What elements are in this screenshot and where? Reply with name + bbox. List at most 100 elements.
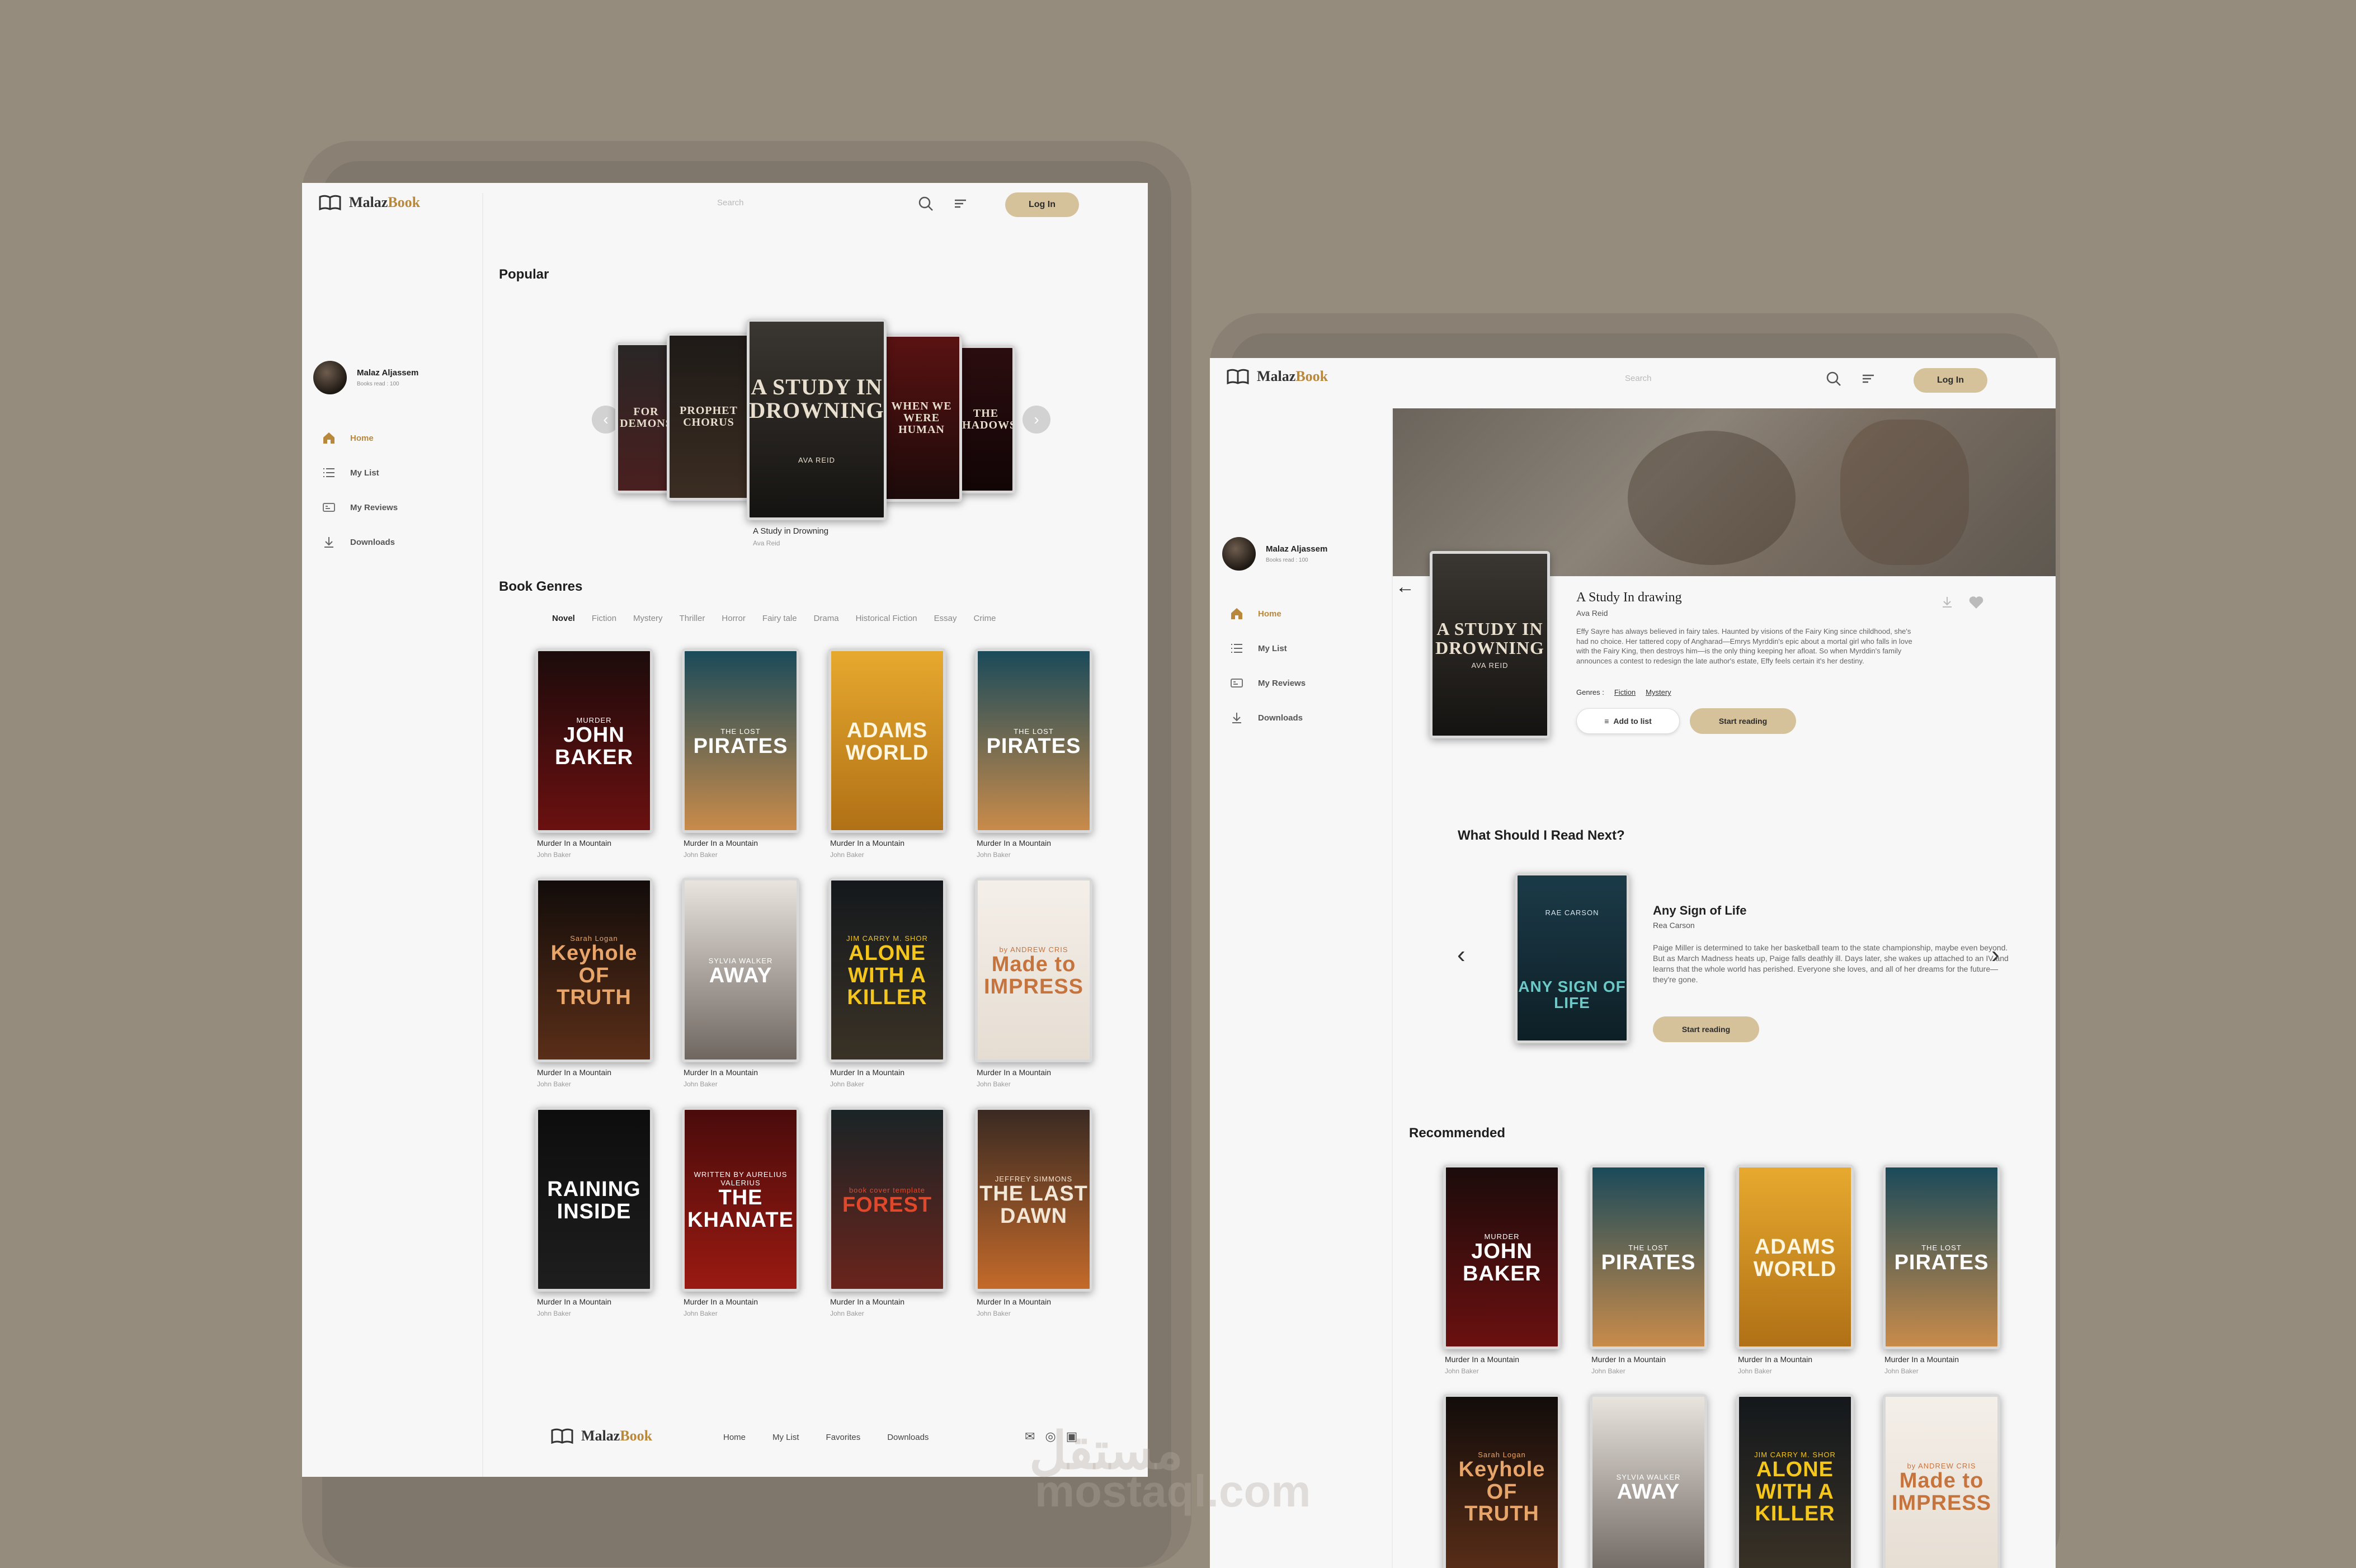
book-cover[interactable]: MURDER JOHN BAKER: [535, 648, 653, 833]
filter-icon[interactable]: [1860, 370, 1877, 387]
featured-book-caption[interactable]: A Study in Drowning Ava Reid: [753, 526, 828, 547]
search-icon[interactable]: [1825, 370, 1842, 387]
book-cover[interactable]: by ANDREW CRIS Made to IMPRESS: [975, 878, 1092, 1062]
sidebar-divider: [482, 193, 483, 1477]
sidebar-item-downloads[interactable]: Downloads: [1230, 712, 1306, 723]
recommended-cover[interactable]: THE LOST PIRATES: [1883, 1165, 2000, 1349]
sidebar-item-my-reviews[interactable]: My Reviews: [322, 502, 398, 513]
search-input[interactable]: Search: [717, 198, 744, 208]
genre-tab[interactable]: Horror: [722, 614, 746, 623]
book-caption[interactable]: Murder In a Mountain John Baker: [537, 1068, 611, 1088]
book-caption[interactable]: Murder In a Mountain John Baker: [977, 1297, 1051, 1317]
next-description: Paige Miller is determined to take her b…: [1653, 943, 2009, 984]
brand-part1: Malaz: [349, 194, 388, 210]
popular-cover[interactable]: THE SHADOWS: [956, 345, 1015, 493]
book-caption[interactable]: Murder In a Mountain John Baker: [537, 839, 611, 859]
footer-logo[interactable]: MalazBook: [551, 1428, 652, 1444]
book-caption[interactable]: Murder In a Mountain John Baker: [684, 1297, 758, 1317]
book-caption[interactable]: Murder In a Mountain John Baker: [977, 839, 1051, 859]
genre-tag-fiction[interactable]: Fiction: [1614, 688, 1636, 696]
recommended-cover[interactable]: by ANDREW CRIS Made to IMPRESS: [1883, 1394, 2000, 1568]
add-to-list-button[interactable]: ≡ Add to list: [1576, 708, 1680, 734]
book-caption[interactable]: Murder In a Mountain John Baker: [1738, 1355, 1812, 1375]
genre-tab[interactable]: Fairy tale: [762, 614, 797, 623]
start-reading-button[interactable]: Start reading: [1690, 708, 1796, 734]
book-caption[interactable]: Murder In a Mountain John Baker: [977, 1068, 1051, 1088]
book-cover[interactable]: ADAMS WORLD: [828, 648, 946, 833]
filter-icon[interactable]: [952, 195, 969, 212]
login-button[interactable]: Log In: [1914, 368, 1987, 393]
heart-icon[interactable]: [1968, 595, 1984, 610]
recommended-cover[interactable]: JIM CARRY M. SHOR ALONE WITH A KILLER: [1736, 1394, 1854, 1568]
popular-cover[interactable]: PROPHET CHORUS: [667, 333, 751, 501]
genre-tab[interactable]: Essay: [934, 614, 957, 623]
book-title: Murder In a Mountain: [537, 1068, 612, 1077]
download-icon[interactable]: [1940, 595, 1954, 609]
book-cover[interactable]: WRITTEN BY AURELIUS VALERIUS THE KHANATE: [682, 1107, 799, 1292]
footer-link-my-list[interactable]: My List: [772, 1433, 799, 1442]
book-cover[interactable]: JEFFREY SIMMONS THE LAST DAWN: [975, 1107, 1092, 1292]
login-button[interactable]: Log In: [1005, 192, 1079, 217]
list-icon: [1231, 644, 1242, 653]
book-caption[interactable]: Murder In a Mountain John Baker: [830, 1297, 904, 1317]
brand-logo[interactable]: MalazBook: [319, 194, 420, 211]
genre-tag-mystery[interactable]: Mystery: [1646, 688, 1671, 696]
book-caption[interactable]: Murder In a Mountain John Baker: [830, 1068, 904, 1088]
featured-popular-cover[interactable]: A STUDY IN DROWNING AVA REID: [747, 319, 887, 520]
next-cover[interactable]: RAE CARSON ANY SIGN OF LIFE: [1515, 873, 1629, 1043]
carousel-next-button[interactable]: ›: [1022, 406, 1050, 434]
book-cover[interactable]: JIM CARRY M. SHOR ALONE WITH A KILLER: [828, 878, 946, 1062]
cover-title: FOR DEMONS: [620, 406, 672, 430]
popular-cover[interactable]: WHEN WE WERE HUMAN: [881, 334, 962, 502]
book-caption[interactable]: Murder In a Mountain John Baker: [830, 839, 904, 859]
chevron-left-icon[interactable]: ‹: [1457, 941, 1466, 969]
book-cover[interactable]: book cover template FOREST: [828, 1107, 946, 1292]
footer-link-downloads[interactable]: Downloads: [887, 1433, 929, 1442]
book-caption[interactable]: Murder In a Mountain John Baker: [1884, 1355, 1959, 1375]
genre-tab[interactable]: Fiction: [592, 614, 616, 623]
book-cover[interactable]: THE LOST PIRATES: [975, 648, 1092, 833]
search-input[interactable]: Search: [1625, 374, 1652, 383]
genre-tab[interactable]: Mystery: [633, 614, 663, 623]
sidebar-nav: Home My List My Reviews Downloads: [322, 432, 398, 548]
book-author: John Baker: [977, 1080, 1011, 1088]
back-arrow-icon[interactable]: ←: [1396, 576, 1415, 598]
book-caption[interactable]: Murder In a Mountain John Baker: [684, 839, 758, 859]
book-caption[interactable]: Murder In a Mountain John Baker: [1591, 1355, 1666, 1375]
book-cover[interactable]: Sarah Logan Keyhole OF TRUTH: [535, 878, 653, 1062]
footer-link-favorites[interactable]: Favorites: [826, 1433, 861, 1442]
user-profile[interactable]: Malaz Aljassem Books read : 100: [313, 361, 418, 394]
book-cover[interactable]: SYLVIA WALKER AWAY: [682, 878, 799, 1062]
genre-tab[interactable]: Thriller: [680, 614, 705, 623]
book-cover[interactable]: THE LOST PIRATES: [682, 648, 799, 833]
search-icon[interactable]: [917, 195, 934, 212]
recommended-cover[interactable]: Sarah Logan Keyhole OF TRUTH: [1443, 1394, 1561, 1568]
sidebar-item-home[interactable]: Home: [322, 432, 398, 444]
recommended-cover[interactable]: ADAMS WORLD: [1736, 1165, 1854, 1349]
recommended-cover[interactable]: SYLVIA WALKER AWAY: [1590, 1394, 1707, 1568]
genre-tab[interactable]: Crime: [974, 614, 996, 623]
genre-tab[interactable]: Drama: [814, 614, 839, 623]
genre-tab[interactable]: Novel: [552, 614, 575, 623]
book-author: John Baker: [537, 1080, 571, 1088]
sidebar-item-my-list[interactable]: My List: [322, 467, 398, 478]
book-caption[interactable]: Murder In a Mountain John Baker: [537, 1297, 611, 1317]
recommended-cover[interactable]: THE LOST PIRATES: [1590, 1165, 1707, 1349]
book-author: John Baker: [830, 851, 864, 859]
next-start-reading-button[interactable]: Start reading: [1653, 1016, 1759, 1042]
sidebar-item-downloads[interactable]: Downloads: [322, 536, 398, 548]
sidebar-item-my-reviews[interactable]: My Reviews: [1230, 677, 1306, 689]
sidebar-item-my-list[interactable]: My List: [1230, 643, 1306, 654]
book-caption[interactable]: Murder In a Mountain John Baker: [1445, 1355, 1519, 1375]
user-profile[interactable]: Malaz Aljassem Books read : 100: [1222, 537, 1327, 571]
book-caption[interactable]: Murder In a Mountain John Baker: [684, 1068, 758, 1088]
genre-tab[interactable]: Historical Fiction: [856, 614, 917, 623]
footer-link-home[interactable]: Home: [723, 1433, 746, 1442]
brand-logo[interactable]: MalazBook: [1227, 368, 1328, 385]
recommended-cover[interactable]: MURDER JOHN BAKER: [1443, 1165, 1561, 1349]
detail-cover[interactable]: A STUDY IN DROWNING AVA REID: [1430, 551, 1550, 738]
sidebar-item-home[interactable]: Home: [1230, 608, 1306, 619]
book-author: John Baker: [684, 1080, 718, 1088]
cover-title: Made to IMPRESS: [983, 952, 1084, 999]
book-cover[interactable]: RAINING INSIDE: [535, 1107, 653, 1292]
